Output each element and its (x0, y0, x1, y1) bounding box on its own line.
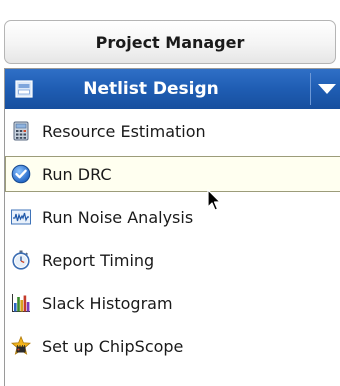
netlist-design-section: Netlist Design Resource Estimation Run D… (4, 68, 340, 386)
project-manager-button[interactable]: Project Manager (4, 20, 336, 64)
menu-item-set-up-chipscope[interactable]: Set up ChipScope (5, 328, 340, 364)
netlist-design-header[interactable]: Netlist Design (5, 69, 340, 109)
flow-navigator-panel: Project Manager Netlist Design Resource … (0, 0, 340, 386)
histogram-icon (12, 294, 30, 312)
menu-item-report-timing[interactable]: Report Timing (5, 242, 340, 278)
stopwatch-icon (12, 250, 30, 270)
netlist-design-title: Netlist Design (83, 79, 219, 99)
mouse-cursor-icon (207, 189, 221, 211)
menu-item-label: Run Noise Analysis (42, 207, 194, 227)
calculator-icon (13, 121, 29, 141)
menu-item-label: Report Timing (42, 250, 155, 270)
chipscope-icon (11, 336, 31, 355)
project-manager-label: Project Manager (95, 32, 245, 52)
waveform-icon (11, 209, 31, 225)
menu-item-run-noise-analysis[interactable]: Run Noise Analysis (5, 199, 340, 235)
chevron-down-icon[interactable] (318, 84, 336, 94)
netlist-design-icon (15, 80, 33, 98)
menu-item-slack-histogram[interactable]: Slack Histogram (5, 285, 340, 321)
header-divider (310, 73, 311, 105)
menu-item-run-drc[interactable]: Run DRC (5, 156, 340, 192)
menu-item-label: Slack Histogram (42, 293, 173, 313)
menu-item-resource-estimation[interactable]: Resource Estimation (5, 113, 340, 149)
netlist-design-items: Resource Estimation Run DRC Run Noise An… (5, 113, 340, 371)
drc-check-icon (11, 164, 31, 184)
menu-item-label: Set up ChipScope (42, 336, 184, 356)
menu-item-label: Run DRC (42, 164, 112, 184)
menu-item-label: Resource Estimation (42, 121, 206, 141)
